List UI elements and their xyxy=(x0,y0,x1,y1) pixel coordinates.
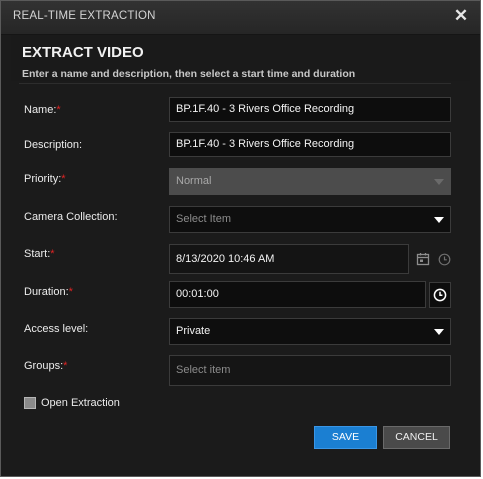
description-value: BP.1F.40 - 3 Rivers Office Recording xyxy=(176,138,355,150)
clock-icon[interactable] xyxy=(436,247,452,271)
priority-value: Normal xyxy=(176,175,212,187)
camera-collection-label: Camera Collection: xyxy=(24,211,118,223)
priority-label: Priority:* xyxy=(24,173,66,185)
chevron-down-icon[interactable] xyxy=(427,207,450,232)
start-label-text: Start: xyxy=(24,248,51,260)
start-value: 8/13/2020 10:46 AM xyxy=(176,253,275,265)
open-extraction-label: Open Extraction xyxy=(41,397,120,409)
name-label-text: Name: xyxy=(24,104,57,116)
description-label: Description: xyxy=(24,139,83,151)
groups-placeholder: Select item xyxy=(176,364,231,376)
page-subtitle: Enter a name and description, then selec… xyxy=(22,68,356,80)
duration-label: Duration:* xyxy=(24,286,73,298)
access-level-label: Access level: xyxy=(24,323,89,335)
close-icon[interactable]: ✕ xyxy=(452,7,470,25)
required-marker: * xyxy=(68,286,73,298)
name-value: BP.1F.40 - 3 Rivers Office Recording xyxy=(176,103,355,115)
name-label: Name:* xyxy=(24,104,61,116)
description-field[interactable]: BP.1F.40 - 3 Rivers Office Recording xyxy=(169,132,451,157)
open-extraction-checkbox[interactable] xyxy=(24,397,36,409)
duration-value: 00:01:00 xyxy=(176,288,219,300)
priority-label-text: Priority: xyxy=(24,173,62,185)
header-divider xyxy=(19,83,451,84)
camera-collection-placeholder: Select Item xyxy=(176,213,232,225)
groups-label: Groups:* xyxy=(24,360,67,372)
page-title: EXTRACT VIDEO xyxy=(22,44,144,61)
required-marker: * xyxy=(63,360,68,372)
name-field[interactable]: BP.1F.40 - 3 Rivers Office Recording xyxy=(169,97,451,122)
clock-icon xyxy=(433,288,447,302)
start-label: Start:* xyxy=(24,248,55,260)
required-marker: * xyxy=(50,248,55,260)
groups-label-text: Groups: xyxy=(24,360,64,372)
start-field[interactable]: 8/13/2020 10:46 AM xyxy=(169,244,409,274)
access-level-value: Private xyxy=(176,325,211,337)
access-level-select[interactable]: Private xyxy=(169,318,451,345)
required-marker: * xyxy=(56,104,61,116)
calendar-icon[interactable] xyxy=(413,247,433,271)
duration-label-text: Duration: xyxy=(24,286,69,298)
camera-collection-select[interactable]: Select Item xyxy=(169,206,451,233)
window-title: REAL-TIME EXTRACTION xyxy=(13,10,156,22)
groups-field[interactable]: Select item xyxy=(169,355,451,386)
priority-select: Normal xyxy=(169,168,451,195)
chevron-down-icon xyxy=(427,169,450,194)
duration-clock-button[interactable] xyxy=(429,282,451,308)
chevron-down-icon[interactable] xyxy=(427,319,450,344)
dialog-header: EXTRACT VIDEO Enter a name and descripti… xyxy=(11,35,470,81)
title-bar: REAL-TIME EXTRACTION ✕ xyxy=(1,1,480,35)
extraction-dialog: REAL-TIME EXTRACTION ✕ EXTRACT VIDEO Ent… xyxy=(0,0,481,477)
save-button[interactable]: SAVE xyxy=(314,426,377,449)
duration-field[interactable]: 00:01:00 xyxy=(169,281,426,308)
cancel-button[interactable]: CANCEL xyxy=(383,426,450,449)
required-marker: * xyxy=(61,173,66,185)
